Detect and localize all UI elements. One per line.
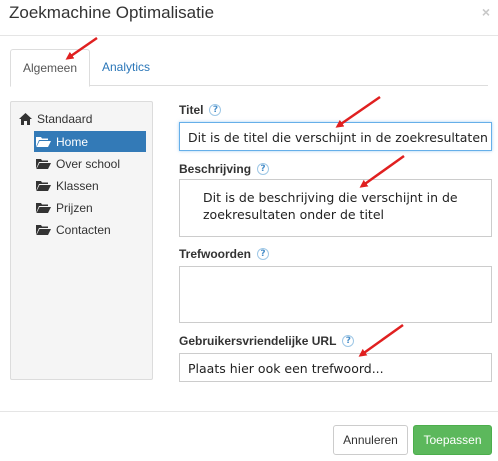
description-textarea[interactable]: Dit is de beschrijving die verschijnt in…	[179, 179, 492, 237]
help-icon[interactable]: ?	[257, 163, 270, 175]
url-label-text: Gebruikersvriendelijke URL	[179, 334, 337, 348]
tree-item-label: Klassen	[56, 178, 99, 193]
url-input-value: Plaats hier ook een trefwoord...	[188, 361, 384, 376]
url-label: Gebruikersvriendelijke URL ?	[179, 334, 355, 348]
description-value: Dit is de beschrijving die verschijnt in…	[203, 190, 458, 222]
title-input[interactable]: Dit is de titel die verschijnt in de zoe…	[179, 122, 492, 151]
help-icon[interactable]: ?	[257, 248, 270, 260]
help-icon[interactable]: ?	[342, 335, 355, 347]
cancel-button[interactable]: Annuleren	[333, 425, 408, 455]
tree-root-label: Standaard	[37, 112, 93, 126]
tree-item-label: Prijzen	[56, 200, 93, 215]
tree-item-home[interactable]: Home	[34, 131, 146, 152]
tree-item-prijzen[interactable]: Prijzen	[34, 197, 146, 218]
title-label: Titel ?	[179, 103, 222, 117]
tab-bar: Algemeen Analytics	[10, 49, 488, 87]
title-input-value: Dit is de titel die verschijnt in de zoe…	[188, 130, 488, 145]
tree-item-label: Home	[56, 134, 89, 149]
home-icon	[19, 113, 32, 125]
folder-open-icon	[36, 224, 51, 235]
keywords-textarea[interactable]	[179, 266, 492, 323]
footer-divider	[0, 411, 498, 412]
tree-item-klassen[interactable]: Klassen	[34, 175, 146, 196]
tree-item-contacten[interactable]: Contacten	[34, 219, 146, 240]
close-icon[interactable]: ×	[482, 4, 490, 20]
keywords-label-text: Trefwoorden	[179, 247, 252, 261]
page-tree: Standaard Home Over school Klassen Prijz…	[10, 101, 153, 380]
tree-item-label: Over school	[56, 156, 121, 171]
header-divider	[0, 35, 498, 36]
description-label: Beschrijving ?	[179, 162, 270, 176]
keywords-label: Trefwoorden ?	[179, 247, 270, 261]
folder-open-icon	[36, 202, 51, 213]
tree-item-label: Contacten	[56, 222, 111, 237]
folder-open-icon	[36, 158, 51, 169]
folder-open-icon	[36, 136, 51, 147]
apply-button[interactable]: Toepassen	[413, 425, 492, 455]
dialog-title: Zoekmachine Optimalisatie	[9, 3, 215, 22]
url-input[interactable]: Plaats hier ook een trefwoord...	[179, 353, 492, 382]
help-icon[interactable]: ?	[209, 104, 222, 116]
arrow-to-url	[358, 323, 404, 357]
title-label-text: Titel	[179, 103, 204, 117]
tree-item-over-school[interactable]: Over school	[34, 153, 146, 174]
tab-algemeen[interactable]: Algemeen	[10, 49, 90, 87]
tab-analytics[interactable]: Analytics	[102, 49, 150, 87]
tree-root-standaard[interactable]: Standaard	[19, 112, 92, 126]
description-label-text: Beschrijving	[179, 162, 252, 176]
folder-open-icon	[36, 180, 51, 191]
